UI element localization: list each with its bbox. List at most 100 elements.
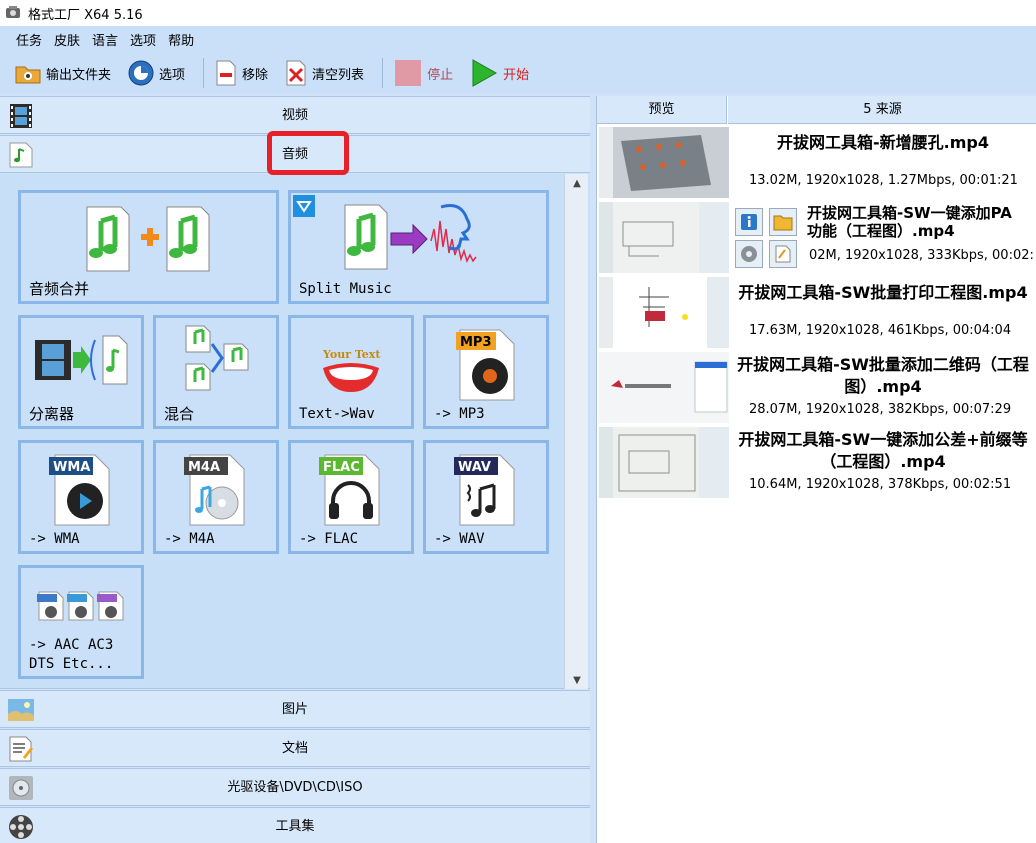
wav-badge: WAV: [458, 460, 491, 475]
window-title: 格式工厂 X64 5.16: [28, 7, 143, 23]
tile-to-m4a[interactable]: M4A -> M4A: [153, 440, 279, 554]
source-file-meta: 28.07M, 1920x1028, 382Kbps, 00:07:29: [749, 402, 1012, 417]
stop-label: 停止: [427, 67, 454, 83]
tile-label: Text->Wav: [299, 406, 375, 422]
preview-column-header[interactable]: 预览: [597, 96, 727, 124]
category-tools-label: 工具集: [275, 819, 315, 834]
tile-audio-splitter[interactable]: 分离器: [18, 315, 144, 429]
folder-icon: [15, 66, 41, 84]
tile-label: 混合: [164, 405, 195, 423]
clear-list-label: 清空列表: [312, 67, 365, 83]
source-row[interactable]: 开拔网工具箱-SW一键添加公差+前缀等 （工程图）.mp4 10.64M, 19…: [597, 425, 1036, 500]
tile-to-aac-ac3-dts[interactable]: -> AAC AC3 DTS Etc...: [18, 565, 144, 679]
source-row[interactable]: 开拔网工具箱-SW一键添加PA 功能（工程图）.mp4 02M, 1920x10…: [597, 200, 1036, 275]
remove-label: 移除: [242, 67, 269, 83]
video-thumbnail: [599, 202, 729, 273]
tile-label: -> WAV: [434, 531, 485, 547]
tile-audio-merge[interactable]: 音频合并: [18, 190, 279, 304]
tile-label: -> M4A: [164, 531, 215, 547]
stop-icon: [395, 60, 422, 86]
conversion-panel: 视频 音频 音频合并 Split Music 分离器 混合 Your Text …: [0, 96, 590, 843]
edit-clip-button[interactable]: [769, 240, 797, 268]
category-disc[interactable]: 光驱设备\DVD\CD\ISO: [0, 768, 590, 806]
tile-split-music[interactable]: Split Music: [288, 190, 549, 304]
source-file-meta: 10.64M, 1920x1028, 378Kbps, 00:02:51: [749, 477, 1012, 492]
options-button[interactable]: 选项: [123, 56, 189, 90]
audio-highlight-box: [267, 131, 349, 175]
category-image-label: 图片: [281, 702, 308, 717]
gear-icon: [741, 246, 757, 262]
category-disc-label: 光驱设备\DVD\CD\ISO: [227, 780, 363, 795]
title-bar: 格式工厂 X64 5.16: [0, 0, 1036, 26]
clear-list-button[interactable]: 清空列表: [280, 56, 368, 90]
source-row[interactable]: 开拔网工具箱-SW批量添加二维码（工程 图）.mp4 28.07M, 1920x…: [597, 350, 1036, 425]
start-button[interactable]: 开始: [465, 56, 533, 90]
remove-icon: [216, 60, 236, 86]
category-document[interactable]: 文档: [0, 729, 590, 767]
tile-to-wma[interactable]: WMA -> WMA: [18, 440, 144, 554]
menu-language[interactable]: 语言: [92, 30, 118, 49]
source-row[interactable]: 开拔网工具箱-SW批量打印工程图.mp4 17.63M, 1920x1028, …: [597, 275, 1036, 350]
source-file-name: 开拔网工具箱-新增腰孔.mp4: [777, 133, 989, 152]
source-row[interactable]: 开拔网工具箱-新增腰孔.mp4 13.02M, 1920x1028, 1.27M…: [597, 125, 1036, 200]
edit-clip-icon: [775, 245, 791, 263]
app-icon: [6, 6, 20, 18]
flac-badge: FLAC: [323, 460, 360, 475]
grid-scrollbar[interactable]: ▲ ▼: [564, 174, 588, 689]
tile-label: 音频合并: [29, 280, 90, 298]
tile-to-mp3[interactable]: MP3 -> MP3: [423, 315, 549, 429]
m4a-badge: M4A: [188, 460, 221, 475]
clear-list-icon: [286, 60, 306, 86]
menu-help[interactable]: 帮助: [168, 30, 194, 49]
tile-text-to-wav[interactable]: Your Text Text->Wav: [288, 315, 414, 429]
category-image[interactable]: 图片: [0, 690, 590, 728]
options-label: 选项: [159, 67, 186, 83]
source-file-meta: 17.63M, 1920x1028, 461Kbps, 00:04:04: [749, 323, 1012, 338]
menu-task[interactable]: 任务: [16, 30, 42, 49]
remove-button[interactable]: 移除: [210, 56, 272, 90]
category-video[interactable]: 视频: [0, 96, 590, 134]
video-thumbnail: [599, 127, 729, 198]
category-tools[interactable]: 工具集: [0, 807, 590, 843]
tile-to-flac[interactable]: FLAC -> FLAC: [288, 440, 414, 554]
tile-label: -> WMA: [29, 531, 80, 547]
source-file-meta: 02M, 1920x1028, 333Kbps, 00:02:: [809, 248, 1034, 263]
play-icon: [472, 59, 498, 87]
scroll-up-arrow-icon[interactable]: ▲: [565, 174, 589, 192]
settings-button[interactable]: [735, 240, 763, 268]
row-action-buttons: [735, 208, 797, 236]
mp3-badge: MP3: [460, 335, 492, 350]
stop-button[interactable]: 停止: [389, 56, 457, 90]
start-label: 开始: [503, 67, 530, 83]
premium-badge-icon: [293, 195, 315, 217]
text-to-wav-icon: [323, 363, 379, 392]
tile-audio-mix[interactable]: 混合: [153, 315, 279, 429]
source-file-meta: 13.02M, 1920x1028, 1.27Mbps, 00:01:21: [749, 173, 1018, 188]
tile-to-wav[interactable]: WAV -> WAV: [423, 440, 549, 554]
info-button[interactable]: [735, 208, 763, 236]
category-video-label: 视频: [281, 108, 308, 123]
info-icon: [741, 214, 757, 230]
menu-options[interactable]: 选项: [130, 30, 156, 49]
output-folder-button[interactable]: 输出文件夹: [10, 56, 115, 90]
source-file-name: 开拔网工具箱-SW一键添加PA 功能（工程图）.mp4: [807, 204, 1012, 240]
row-action-buttons: [735, 240, 797, 268]
scroll-down-arrow-icon[interactable]: ▼: [565, 671, 589, 689]
menu-bar: 任务 皮肤 语言 选项 帮助: [0, 26, 1036, 52]
split-music-icon: [344, 204, 477, 270]
tile-label: 分离器: [29, 405, 75, 423]
category-document-label: 文档: [281, 741, 308, 756]
folder-icon: [773, 215, 793, 231]
source-file-name: 开拔网工具箱-SW批量添加二维码（工程 图）.mp4: [737, 355, 1029, 396]
tile-label: -> MP3: [434, 406, 485, 422]
toolbar-separator: [382, 58, 384, 88]
tile-label: -> AAC AC3 DTS Etc...: [29, 637, 114, 672]
sources-column-header[interactable]: 5 来源: [728, 96, 1036, 124]
video-thumbnail: [599, 352, 729, 423]
toolbar-separator: [203, 58, 205, 88]
audio-mix-icon: [185, 325, 249, 391]
menu-skin[interactable]: 皮肤: [54, 30, 80, 49]
wma-badge: WMA: [53, 460, 91, 475]
open-folder-button[interactable]: [769, 208, 797, 236]
tile-label: Split Music: [299, 281, 392, 297]
